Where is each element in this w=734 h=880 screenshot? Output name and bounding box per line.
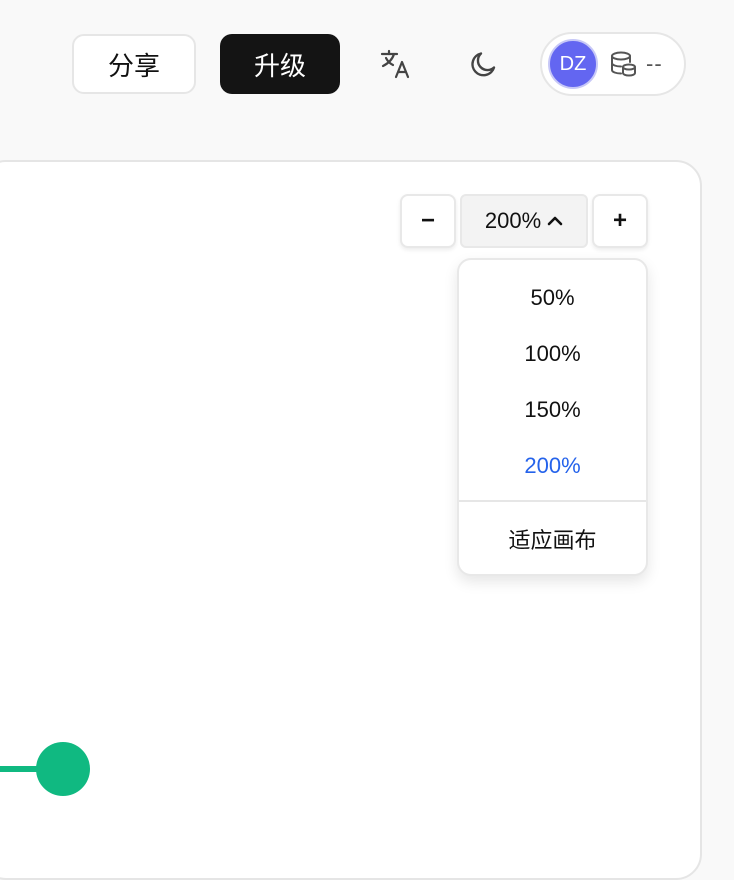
zoom-in-button[interactable]: + [592,194,648,248]
menu-divider [459,500,646,502]
language-button[interactable] [372,40,420,88]
flow-node-handle[interactable] [36,742,90,796]
upgrade-button[interactable]: 升级 [220,34,340,94]
chevron-up-icon [547,216,563,226]
account-menu[interactable]: DZ -- [540,32,686,96]
zoom-level-dropdown[interactable]: 200% [460,194,588,248]
zoom-level-value: 200% [484,208,542,233]
share-button[interactable]: 分享 [72,34,196,94]
zoom-dropdown-menu: 50% 100% 150% 200% 适应画布 [457,258,648,576]
avatar[interactable]: DZ [548,39,598,89]
zoom-out-button[interactable]: − [400,194,456,248]
theme-toggle-button[interactable] [460,40,508,88]
database-icon [608,49,638,79]
zoom-option-50[interactable]: 50% [459,270,646,326]
credits-value: -- [646,51,663,76]
zoom-option-150[interactable]: 150% [459,382,646,438]
translate-icon [380,49,410,79]
zoom-option-100[interactable]: 100% [459,326,646,382]
fit-canvas-option[interactable]: 适应画布 [459,511,646,567]
zoom-option-200[interactable]: 200% [459,438,646,494]
moon-icon [471,52,496,77]
